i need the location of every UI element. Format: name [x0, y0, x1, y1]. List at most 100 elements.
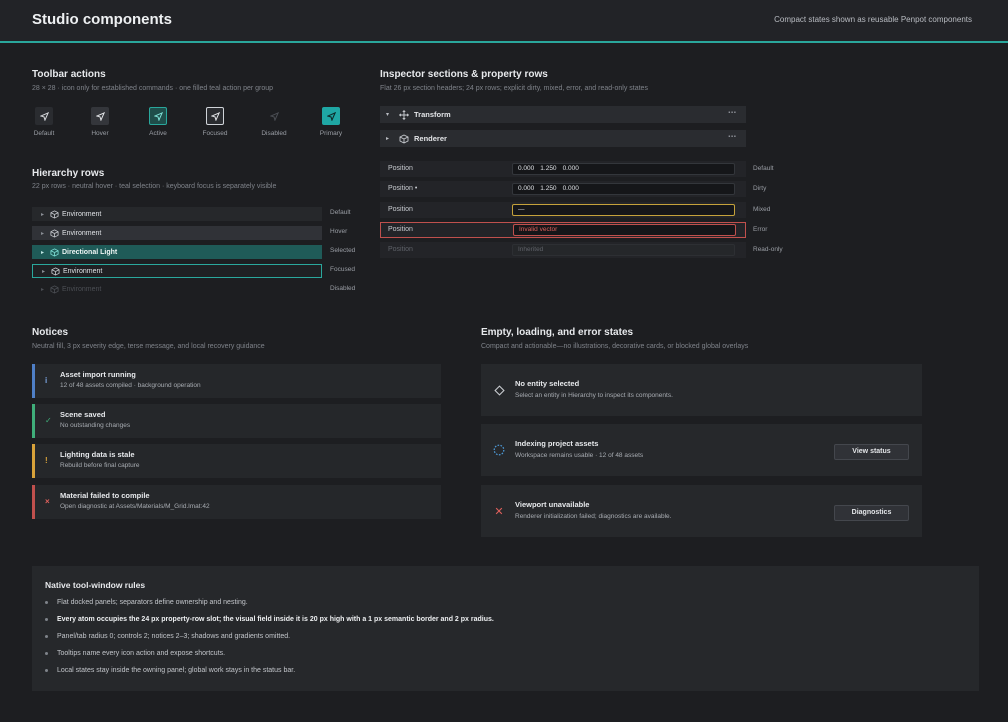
more-options-icon[interactable]: ⋯ — [728, 108, 736, 117]
hierarchy-row-label: Directional Light — [62, 248, 118, 256]
vector-field: Inherited — [512, 244, 735, 256]
hierarchy-state-label: Default — [330, 209, 351, 216]
inspector-section-transform[interactable]: ▾ Transform ⋯ — [380, 106, 746, 123]
property-state-label: Default — [753, 165, 774, 172]
property-state-label: Dirty — [753, 185, 767, 192]
tool-label: Hover — [91, 130, 109, 137]
cube-icon — [50, 228, 59, 238]
notice-description: 12 of 48 assets compiled · background op… — [60, 382, 201, 389]
send-icon — [265, 107, 283, 125]
vector-field[interactable]: Invalid vector — [513, 224, 736, 236]
vector-x-value[interactable]: 0.000 — [518, 165, 534, 172]
empty-state-card: No entity selected Select an entity in H… — [481, 364, 922, 416]
tool-primary[interactable]: Primary — [311, 107, 351, 137]
cube-icon — [50, 209, 59, 219]
tool-label: Active — [149, 130, 167, 137]
check-icon: ✓ — [45, 416, 52, 425]
page-subtitle: Compact states shown as reusable Penpot … — [774, 15, 972, 24]
cube-icon — [51, 266, 60, 276]
hierarchy-row-label: Environment — [62, 229, 102, 237]
page-title: Studio components — [32, 11, 172, 28]
rule-text: Tooltips name every icon action and expo… — [57, 650, 226, 657]
chevron-right-icon[interactable]: ▸ — [39, 268, 48, 275]
hierarchy-row-label: Environment — [62, 285, 102, 293]
property-label: Position — [388, 165, 413, 172]
notice-title: Material failed to compile — [60, 491, 150, 500]
rule-text: Panel/tab radius 0; controls 2; notices … — [57, 633, 291, 640]
inspector-section-title: Inspector sections & property rows — [380, 69, 548, 80]
state-card-description: Workspace remains usable · 12 of 48 asse… — [515, 452, 644, 459]
vector-x-value[interactable]: 0.000 — [518, 185, 534, 192]
hierarchy-state-label: Selected — [330, 247, 356, 254]
tool-label: Primary — [319, 130, 343, 137]
vector-y-value[interactable]: 1.250 — [540, 185, 556, 192]
rule-text: Flat docked panels; separators define ow… — [57, 599, 248, 606]
rule-item: Tooltips name every icon action and expo… — [45, 650, 225, 657]
notice-title: Asset import running — [60, 370, 136, 379]
cube-icon — [50, 284, 59, 294]
notice-title: Lighting data is stale — [60, 450, 135, 459]
vector-z-value[interactable]: 0.000 — [563, 165, 579, 172]
more-options-icon[interactable]: ⋯ — [728, 132, 736, 141]
property-row-readonly: Position Inherited — [380, 242, 746, 258]
vector-field[interactable]: — — [512, 204, 735, 216]
property-state-label: Error — [753, 226, 768, 233]
hierarchy-state-label: Hover — [330, 228, 348, 235]
property-row-error[interactable]: Position Invalid vector — [380, 222, 746, 238]
hierarchy-row-selected[interactable]: ▸ Directional Light — [32, 245, 322, 259]
chevron-right-icon[interactable]: ▸ — [38, 249, 47, 256]
spinner-icon — [493, 444, 505, 456]
property-row-default[interactable]: Position 0.000 1.250 0.000 — [380, 161, 746, 177]
chevron-right-icon[interactable]: ▸ — [386, 135, 396, 142]
info-icon: i — [45, 376, 48, 385]
property-label: Position — [388, 226, 413, 233]
send-icon — [35, 107, 53, 125]
property-label: Position — [388, 246, 413, 253]
diagnostics-button[interactable]: Diagnostics — [834, 505, 909, 521]
vector-field[interactable]: 0.000 1.250 0.000 — [512, 183, 735, 195]
tool-active[interactable]: Active — [138, 107, 178, 137]
diamond-icon — [493, 384, 505, 396]
vector-y-value[interactable]: 1.250 — [540, 165, 556, 172]
property-row-mixed[interactable]: Position — — [380, 202, 746, 218]
view-status-button[interactable]: View status — [834, 444, 909, 460]
tool-label: Default — [33, 130, 55, 137]
cube-icon — [50, 247, 59, 257]
rule-item: Every atom occupies the 24 px property-r… — [45, 616, 494, 623]
notice-title: Scene saved — [60, 410, 106, 419]
vector-field[interactable]: 0.000 1.250 0.000 — [512, 163, 735, 175]
tool-focused[interactable]: Focused — [195, 107, 235, 137]
inspector-section-renderer[interactable]: ▸ Renderer ⋯ — [380, 130, 746, 147]
hierarchy-state-label: Focused — [330, 266, 355, 273]
toolbar-section-subtitle: 28 × 28 · icon only for established comm… — [32, 85, 274, 92]
tool-label: Disabled — [261, 130, 287, 137]
notice-success: ✓ Scene saved No outstanding changes — [32, 404, 441, 438]
tool-disabled: Disabled — [254, 107, 294, 137]
tool-default[interactable]: Default — [24, 107, 64, 137]
hierarchy-row-hover[interactable]: ▸ Environment — [32, 226, 322, 240]
chevron-right-icon: ▸ — [40, 286, 44, 293]
hierarchy-row-default[interactable]: ▸ Environment — [32, 207, 322, 221]
chevron-down-icon[interactable]: ▾ — [386, 111, 396, 118]
rule-item: Flat docked panels; separators define ow… — [45, 599, 248, 606]
property-row-dirty[interactable]: Position • 0.000 1.250 0.000 — [380, 181, 746, 197]
move-icon — [399, 109, 409, 120]
chevron-right-icon[interactable]: ▸ — [38, 230, 47, 237]
chevron-right-icon[interactable]: ▸ — [38, 211, 47, 218]
state-card-title: Viewport unavailable — [515, 500, 590, 509]
tool-label: Focused — [202, 130, 228, 137]
notice-description[interactable]: Open diagnostic at Assets/Materials/M_Gr… — [60, 503, 210, 510]
rule-item: Panel/tab radius 0; controls 2; notices … — [45, 633, 290, 640]
state-card-title: No entity selected — [515, 379, 580, 388]
hierarchy-state-label: Disabled — [330, 285, 356, 292]
rule-text: Local states stay inside the owning pane… — [57, 667, 296, 674]
notice-description: Rebuild before final capture — [60, 462, 140, 469]
vector-z-value[interactable]: 0.000 — [563, 185, 579, 192]
send-icon — [322, 107, 340, 125]
notices-section-subtitle: Neutral fill, 3 px severity edge, terse … — [32, 343, 265, 350]
hierarchy-row-focused[interactable]: ▸ Environment — [32, 264, 322, 278]
notice-error: × Material failed to compile Open diagno… — [32, 485, 441, 519]
send-icon — [206, 107, 224, 125]
notice-description: No outstanding changes — [60, 422, 131, 429]
tool-hover[interactable]: Hover — [80, 107, 120, 137]
